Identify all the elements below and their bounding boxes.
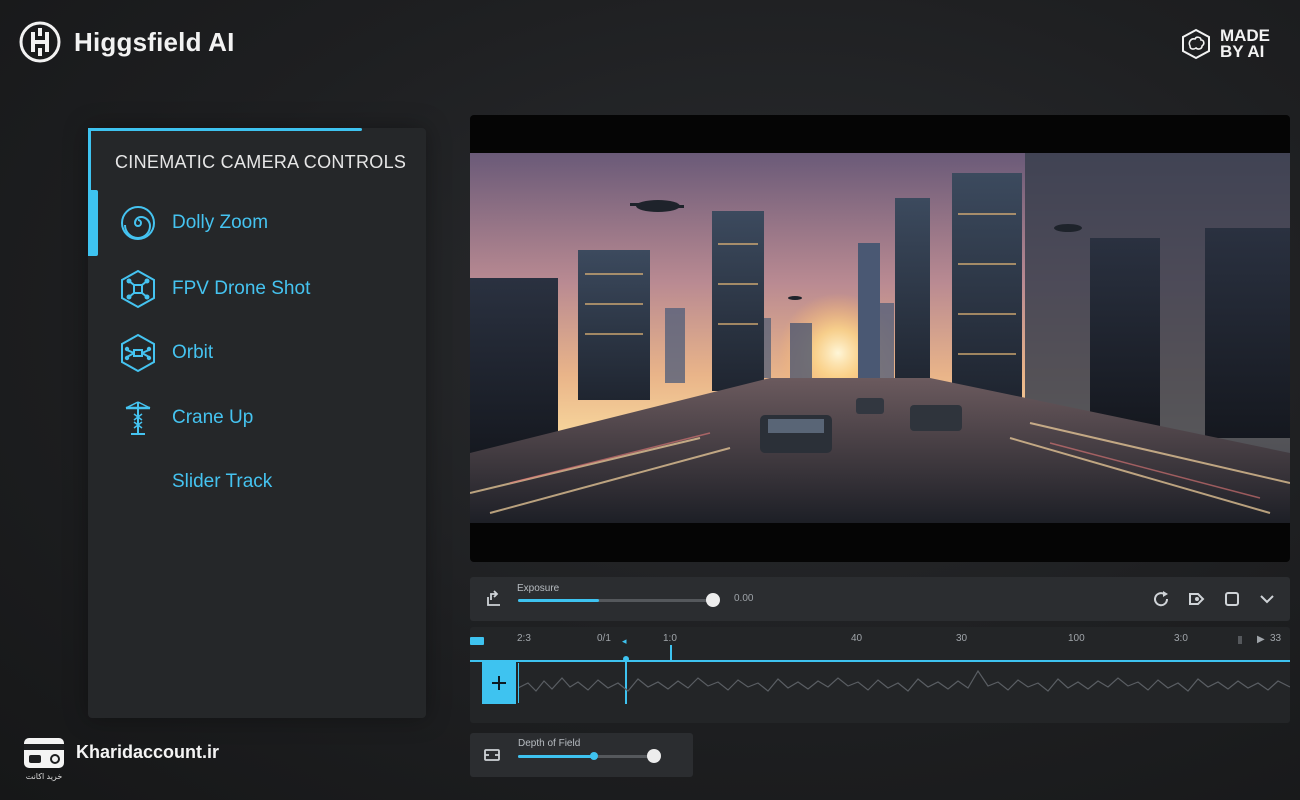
brand-name: Higgsfield AI bbox=[74, 26, 235, 57]
spiral-icon bbox=[121, 206, 155, 240]
plus-icon bbox=[492, 676, 506, 690]
aspect-ratio-icon[interactable] bbox=[1221, 588, 1243, 610]
keyframe-icon[interactable] bbox=[1185, 588, 1207, 610]
brain-hexagon-icon bbox=[1181, 28, 1210, 60]
depth-of-field-slider[interactable] bbox=[518, 749, 661, 763]
menu-item-fpv-drone-shot[interactable]: FPV Drone Shot bbox=[88, 261, 426, 317]
ruler-label: 0/1 bbox=[597, 633, 611, 644]
menu-item-label: Dolly Zoom bbox=[172, 212, 269, 233]
camera-controls-panel: CINEMATIC CAMERA CONTROLS Dolly Zoom FPV… bbox=[88, 128, 426, 718]
ruler-label: 33 bbox=[1270, 633, 1282, 644]
timeline-start-marker bbox=[470, 637, 484, 645]
playback-controls-bar: Exposure 0.00 bbox=[470, 577, 1290, 621]
ruler-label: 40 bbox=[851, 633, 863, 644]
ruler-label: 2:3 bbox=[517, 633, 531, 644]
playhead-handle[interactable] bbox=[623, 656, 629, 662]
exposure-slider[interactable] bbox=[518, 593, 720, 607]
depth-of-field-label: Depth of Field bbox=[518, 738, 581, 749]
brand: Higgsfield AI bbox=[18, 20, 235, 64]
badge-line-2: BY AI bbox=[1219, 42, 1265, 61]
ruler-label: 3:0 bbox=[1174, 633, 1188, 644]
depth-of-field-slider-fill bbox=[518, 755, 595, 758]
crane-icon bbox=[125, 401, 151, 435]
play-icon[interactable]: ▶ bbox=[1257, 634, 1265, 645]
timeline[interactable]: 2:3 0/1 ◂ 1:0 40 30 100 3:0 ▶ 33 bbox=[470, 627, 1290, 723]
ruler-label: 100 bbox=[1068, 633, 1085, 644]
chevron-down-icon[interactable] bbox=[1256, 588, 1278, 610]
depth-of-field-fill-knob bbox=[590, 752, 598, 760]
depth-of-field-control: Depth of Field bbox=[470, 733, 693, 777]
playhead-arrow-icon: ◂ bbox=[622, 636, 627, 646]
exposure-slider-knob[interactable] bbox=[706, 593, 720, 607]
menu-item-slider-track[interactable]: Slider Track bbox=[88, 454, 426, 510]
city-scene-image bbox=[470, 153, 1290, 523]
menu-item-label: FPV Drone Shot bbox=[172, 278, 311, 299]
menu-item-orbit[interactable]: Orbit bbox=[88, 325, 426, 381]
menu-item-label: Crane Up bbox=[172, 407, 254, 428]
timeline-track-line bbox=[470, 660, 1290, 662]
watermark: خرید اکانت Kharidaccount.ir bbox=[22, 732, 219, 784]
ruler-label: 1:0 bbox=[663, 633, 677, 644]
export-icon[interactable] bbox=[483, 588, 505, 610]
menu-item-label: Orbit bbox=[172, 342, 214, 363]
audio-waveform bbox=[518, 663, 1290, 703]
panel-accent-top bbox=[88, 128, 362, 131]
made-by-ai-badge: MADE BY AI bbox=[1180, 27, 1270, 61]
exposure-value: 0.00 bbox=[734, 593, 754, 604]
ruler-tick bbox=[1238, 636, 1242, 644]
drone-icon bbox=[121, 269, 155, 309]
higgsfield-logo-icon bbox=[19, 21, 61, 63]
watermark-name: Kharidaccount.ir bbox=[76, 741, 220, 762]
menu-item-label: Slider Track bbox=[172, 471, 273, 492]
refresh-icon[interactable] bbox=[1150, 588, 1172, 610]
add-clip-button[interactable] bbox=[482, 662, 516, 704]
depth-of-field-slider-knob[interactable] bbox=[647, 749, 661, 763]
panel-accent-left bbox=[88, 128, 91, 190]
panel-title: CINEMATIC CAMERA CONTROLS bbox=[115, 152, 407, 172]
watermark-subtitle: خرید اکانت bbox=[25, 772, 63, 781]
exposure-slider-fill bbox=[518, 599, 600, 602]
depth-icon[interactable] bbox=[481, 744, 503, 766]
exposure-label: Exposure bbox=[517, 583, 560, 594]
menu-item-crane-up[interactable]: Crane Up bbox=[88, 390, 426, 446]
card-icon bbox=[24, 738, 64, 768]
timeline-marker bbox=[670, 645, 672, 661]
video-preview[interactable] bbox=[470, 115, 1290, 562]
orbit-drone-icon bbox=[121, 333, 155, 373]
menu-item-dolly-zoom[interactable]: Dolly Zoom bbox=[88, 195, 426, 251]
ruler-label: 30 bbox=[956, 633, 968, 644]
